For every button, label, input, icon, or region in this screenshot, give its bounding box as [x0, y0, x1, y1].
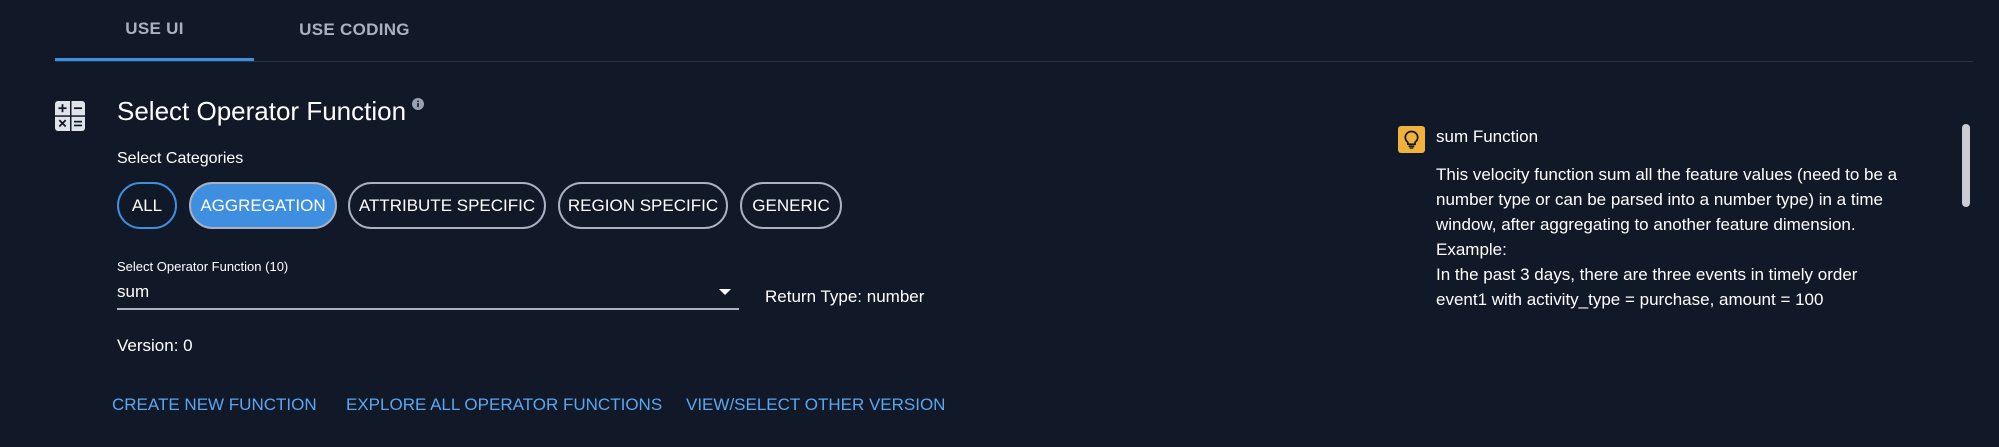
tab-use-coding[interactable]: USE CODING [255, 0, 454, 60]
page: USE UI USE CODING Select Operator Functi… [0, 0, 1999, 447]
explore-operator-functions-link[interactable]: EXPLORE ALL OPERATOR FUNCTIONS [346, 395, 662, 415]
chip-aggregation[interactable]: AGGREGATION [189, 182, 337, 229]
create-new-function-link[interactable]: CREATE NEW FUNCTION [112, 395, 317, 415]
help-line: This velocity function sum all the featu… [1436, 165, 1898, 184]
help-line: number type or can be parsed into a numb… [1436, 190, 1883, 209]
operator-select-label: Select Operator Function (10) [117, 259, 289, 274]
lightbulb-icon [1398, 126, 1425, 153]
version-label: Version: 0 [117, 336, 193, 355]
operator-select-value: sum [117, 282, 150, 301]
chip-attribute-specific[interactable]: ATTRIBUTE SPECIFIC [348, 182, 546, 229]
help-description: This velocity function sum all the featu… [1436, 162, 1956, 314]
help-line: event1 with activity_type = purchase, am… [1436, 290, 1824, 309]
tab-use-ui[interactable]: USE UI [55, 0, 254, 61]
help-scrollbar[interactable] [1962, 124, 1970, 207]
help-line: Example: [1436, 240, 1507, 259]
help-line: window, after aggregating to another fea… [1436, 215, 1856, 234]
caret-down-icon[interactable] [719, 289, 731, 295]
chip-all[interactable]: ALL [117, 182, 177, 229]
chip-generic[interactable]: GENERIC [740, 182, 842, 229]
view-other-version-link[interactable]: VIEW/SELECT OTHER VERSION [686, 395, 945, 415]
categories-label: Select Categories [117, 150, 244, 167]
chip-region-specific[interactable]: REGION SPECIFIC [558, 182, 728, 229]
operator-function-select[interactable]: sum [117, 278, 739, 310]
help-title: sum Function [1436, 127, 1539, 146]
tab-bar: USE UI USE CODING [55, 0, 1973, 62]
page-title: Select Operator Function [117, 96, 407, 126]
return-type: Return Type: number [765, 287, 925, 306]
info-icon[interactable] [412, 98, 424, 110]
help-line: In the past 3 days, there are three even… [1436, 265, 1858, 284]
calculator-icon [55, 101, 85, 131]
